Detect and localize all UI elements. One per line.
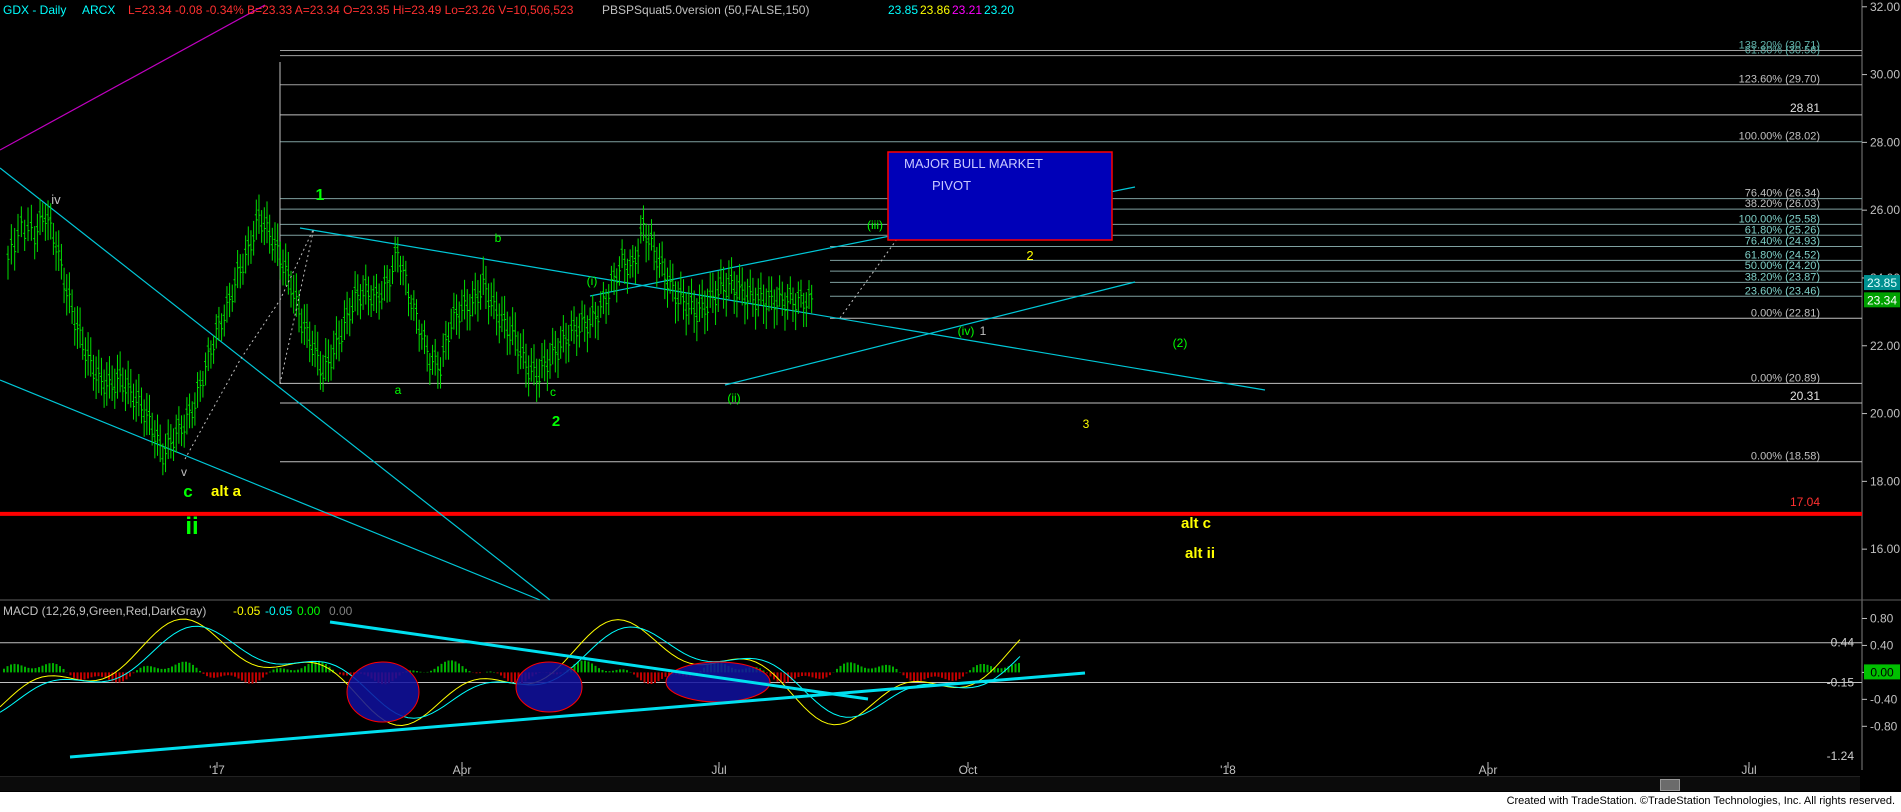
study-value: 23.85 [888,3,918,17]
fib-level-label: 0.00% (20.89) [1751,372,1820,384]
fib-level-label: 61.80% (30.56) [1745,45,1820,57]
study-values: 23.85 23.86 23.21 23.20 [888,3,1014,17]
wave-label: ii [185,513,198,540]
wave-label: c [183,482,192,501]
y-tick-label: 32.00 [1870,0,1900,14]
macd-badge-label: 0.44 [1831,636,1855,650]
macd-badge-label: -0.15 [1827,676,1855,690]
divergence-ellipse [515,661,583,713]
x-tick-label: '17 [209,763,225,777]
study-label: PBSPSquat5.0version (50,FALSE,150) [602,3,809,17]
study-value: 23.86 [920,3,950,17]
macd-tick-label: 0.80 [1870,611,1894,625]
footer: Created with TradeStation. ©TradeStation… [0,792,1901,812]
y-tick-label: 22.00 [1870,339,1900,353]
pivot-box-line-1: MAJOR BULL MARKET [904,156,1043,171]
y-tick-label: 26.00 [1870,203,1900,217]
wave-label: 1 [980,324,987,338]
macd-value: -0.05 [233,604,261,618]
wave-label: 2 [552,413,560,430]
fib-level-label: 100.00% (28.02) [1739,131,1820,143]
wave-label: alt c [1181,515,1211,532]
y-tick-label: 20.00 [1870,407,1900,421]
wave-label: (ii) [727,391,740,405]
y-tick-label: 18.00 [1870,474,1900,488]
macd-badge-label: 0.00 [1870,665,1894,679]
macd-tick-label: -0.80 [1870,719,1898,733]
wave-label: 1 [316,187,325,204]
symbol-title: GDX - Daily [3,3,66,17]
x-tick-label: Apr [453,763,472,777]
y-tick-label: 30.00 [1870,68,1900,82]
price-badge-label: 20.31 [1790,389,1820,403]
macd-badge-label: -1.24 [1827,749,1855,763]
wave-label: alt a [211,483,242,500]
macd-value: 0.00 [297,604,321,618]
x-tick-label: Apr [1479,763,1498,777]
exchange-label: ARCX [82,3,115,17]
divergence-ellipse [346,661,420,723]
wave-label: alt ii [1185,545,1215,562]
x-tick-label: Jul [711,763,726,777]
fib-level-label: 76.40% (24.93) [1745,235,1820,247]
wave-label: (2) [1173,336,1188,350]
wave-label: (iv) [958,324,975,338]
y-tick-label: 28.00 [1870,135,1900,149]
wave-label: (i) [587,274,598,288]
wave-label: iv [51,192,61,207]
macd-label: MACD (12,26,9,Green,Red,DarkGray) [3,604,206,618]
horizontal-scrollbar[interactable] [0,776,1860,791]
wave-label: 2 [1026,248,1033,263]
price-badge-label: 17.04 [1790,495,1820,509]
fib-level-label: 0.00% (22.81) [1751,307,1820,319]
fib-level-label: 123.60% (29.70) [1739,74,1820,86]
wave-label: (iii) [867,218,883,232]
fib-level-label: 23.60% (23.46) [1745,285,1820,297]
wave-label: a [395,383,402,397]
pivot-box-line-2: PIVOT [932,178,971,193]
wave-label: 3 [1083,417,1090,431]
wave-label: b [495,231,502,245]
last-price-badge-label: 23.85 [1867,276,1897,290]
wave-label: c [550,385,556,399]
quote-line: L=23.34 -0.08 -0.34% B=23.33 A=23.34 O=2… [128,3,574,17]
x-tick-label: '18 [1220,763,1236,777]
macd-value: -0.05 [265,604,293,618]
price-badge-label: 28.81 [1790,101,1820,115]
macd-tick-label: 0.40 [1870,638,1894,652]
chart-background [0,0,1901,792]
study-value: 23.21 [952,3,982,17]
price-chart: 16.0018.0020.0022.0024.0026.0028.0030.00… [0,0,1901,792]
y-tick-label: 16.00 [1870,542,1900,556]
fib-level-label: 0.00% (18.58) [1751,451,1820,463]
study-value: 23.20 [984,3,1014,17]
x-tick-label: Oct [959,763,978,777]
fib-level-label: 38.20% (26.03) [1745,198,1820,210]
scrollbar-thumb[interactable] [1660,779,1680,791]
macd-value: 0.00 [329,604,353,618]
last-price-badge-label: 23.34 [1867,293,1897,307]
footer-credit: Created with TradeStation. ©TradeStation… [1506,795,1895,807]
x-tick-label: Jul [1741,763,1756,777]
macd-tick-label: -0.40 [1870,692,1898,706]
fib-level-label: 38.20% (23.87) [1745,271,1820,283]
wave-label: v [181,465,187,479]
